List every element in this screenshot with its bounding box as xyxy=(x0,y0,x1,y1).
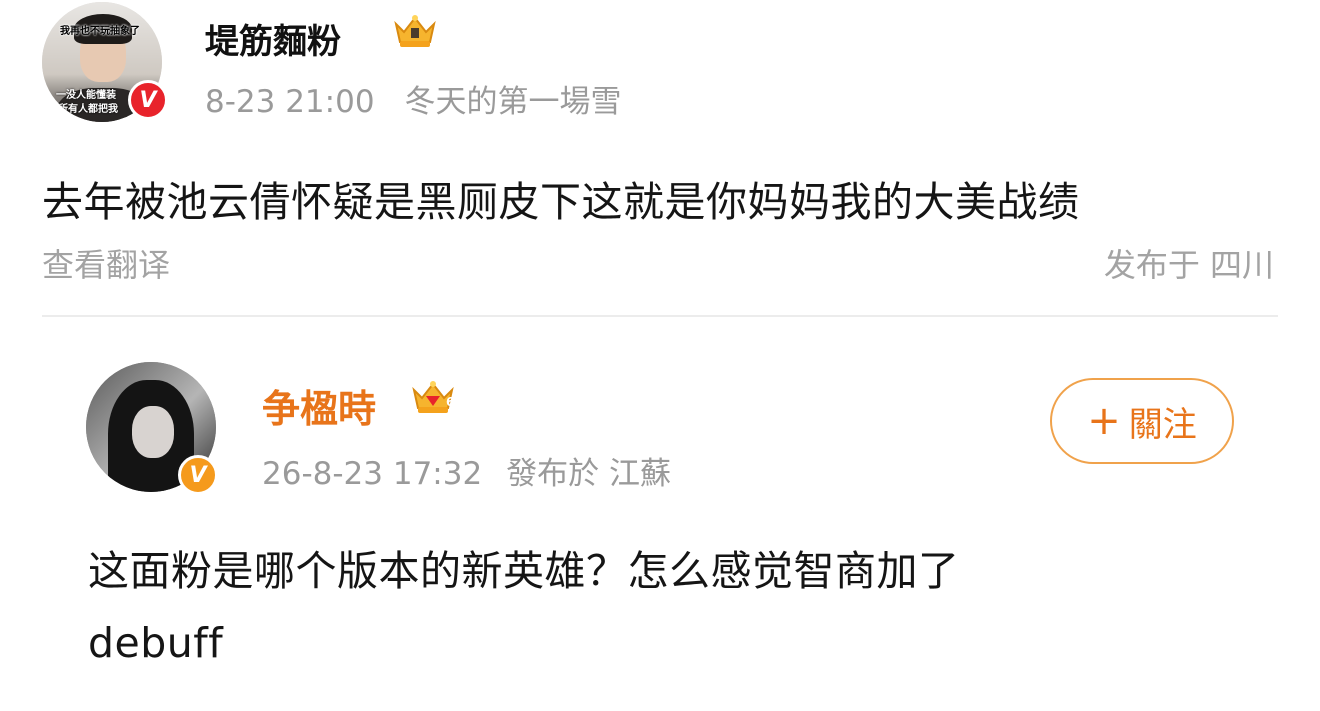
post-meta: 8-23 21:00 冬天的第一場雪 xyxy=(205,76,622,121)
reply-username[interactable]: 争楹時 xyxy=(262,378,376,433)
verified-badge-icon: V xyxy=(178,455,218,495)
reply-location: 發布於 江蘇 xyxy=(506,456,672,492)
reply-meta: 26-8-23 17:32 發布於 江蘇 xyxy=(262,448,671,493)
post-location: 发布于 四川 xyxy=(1103,246,1274,284)
vip-crown-icon[interactable]: 6 xyxy=(410,378,456,416)
vip-crown-icon[interactable] xyxy=(392,12,438,50)
avatar-caption-bottom: 所有人都把我 xyxy=(58,104,118,115)
reply-timestamp: 26-8-23 17:32 xyxy=(262,456,483,492)
avatar-caption-top: 我再也不玩抽象了 xyxy=(60,26,140,37)
verified-badge-icon: V xyxy=(128,80,168,120)
translate-link[interactable]: 查看翻译 xyxy=(42,240,170,286)
follow-button[interactable]: + 關注 xyxy=(1050,378,1234,464)
reply-text-line: debuff xyxy=(88,619,224,667)
avatar-face xyxy=(132,406,174,458)
avatar-caption-mid: 一没人能懂装 xyxy=(56,90,116,101)
crown-level: 6 xyxy=(446,395,454,409)
plus-icon: + xyxy=(1087,398,1121,444)
post-timestamp: 8-23 21:00 xyxy=(205,84,375,120)
reply-text-line: 这面粉是哪个版本的新英雄？怎么感觉智商加了 xyxy=(88,547,960,595)
post-source[interactable]: 冬天的第一場雪 xyxy=(405,84,622,120)
follow-label: 關注 xyxy=(1128,404,1197,445)
post-text: 去年被池云倩怀疑是黑厕皮下这就是你妈妈我的大美战绩 xyxy=(42,178,1080,226)
post-username[interactable]: 堤筋麵粉 xyxy=(205,14,341,63)
divider xyxy=(42,315,1278,317)
reply-text: 这面粉是哪个版本的新英雄？怎么感觉智商加了 debuff xyxy=(88,535,1238,679)
